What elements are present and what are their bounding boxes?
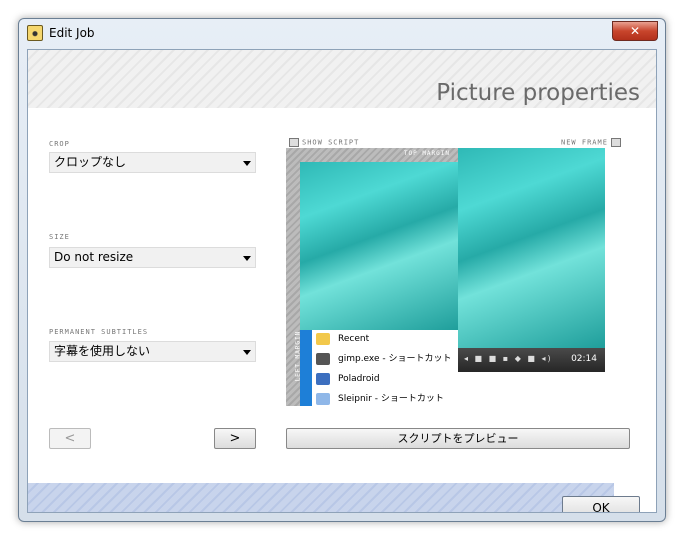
size-dropdown[interactable]: Do not resize xyxy=(49,247,256,268)
desktop-wallpaper-image xyxy=(458,148,605,348)
frame-icon xyxy=(610,138,621,147)
menu-item-gimp[interactable]: gimp.exe - ショートカット xyxy=(316,350,452,368)
crop-dropdown[interactable]: クロップなし xyxy=(49,152,256,173)
menu-item-label: Recent xyxy=(338,334,370,344)
start-menu: Recent gimp.exe - ショートカット Poladroid Slei… xyxy=(300,330,458,406)
menu-item-label: Sleipnir - ショートカット xyxy=(338,394,444,404)
preview-script-button[interactable]: スクリプトをプレビュー xyxy=(286,428,630,449)
taskbar-clock: 02:14 xyxy=(571,354,597,364)
dialog-content: Picture properties CROP クロップなし SIZE Do n… xyxy=(27,49,657,513)
chevron-down-icon xyxy=(243,161,251,166)
folder-icon xyxy=(316,332,330,345)
new-frame-preview: ◂ ■ ■ ▪ ◆ ■ ◂) 02:14 xyxy=(458,148,605,374)
size-label: SIZE xyxy=(49,233,70,241)
gimp-icon xyxy=(316,352,330,365)
show-script-link[interactable]: SHOW SCRIPT xyxy=(286,138,359,147)
title-bar[interactable]: Edit Job ✕ xyxy=(19,19,665,47)
menu-item-poladroid[interactable]: Poladroid xyxy=(316,370,380,388)
desktop-wallpaper-image xyxy=(300,162,458,330)
size-value: Do not resize xyxy=(54,250,134,264)
script-icon xyxy=(289,138,299,147)
crop-value: クロップなし xyxy=(54,155,127,169)
show-script-label: SHOW SCRIPT xyxy=(302,138,360,147)
previous-button[interactable]: < xyxy=(49,428,91,449)
ok-button[interactable]: OK xyxy=(562,496,640,512)
original-frame-preview: TOP MARGIN LEFT MARGIN Recent gimp.exe -… xyxy=(286,148,458,406)
chevron-down-icon xyxy=(243,350,251,355)
menu-item-recent[interactable]: Recent xyxy=(316,330,369,348)
close-button[interactable]: ✕ xyxy=(612,21,658,41)
top-margin-label: TOP MARGIN xyxy=(403,150,450,157)
crop-label: CROP xyxy=(49,140,70,148)
header-band: Picture properties xyxy=(28,50,656,108)
subtitles-dropdown[interactable]: 字幕を使用しない xyxy=(49,341,256,362)
footer-band xyxy=(28,483,614,512)
subtitles-label: PERMANENT SUBTITLES xyxy=(49,328,149,336)
taskbar: ◂ ■ ■ ▪ ◆ ■ ◂) 02:14 xyxy=(458,348,605,372)
app-icon xyxy=(27,25,43,41)
poladroid-icon xyxy=(316,372,330,385)
menu-item-label: gimp.exe - ショートカット xyxy=(338,354,452,364)
subtitles-value: 字幕を使用しない xyxy=(54,344,151,358)
menu-item-label: Poladroid xyxy=(338,374,380,384)
page-title: Picture properties xyxy=(436,80,640,106)
next-button[interactable]: > xyxy=(214,428,256,449)
edit-job-window: Edit Job ✕ Picture properties CROP クロップな… xyxy=(18,18,666,522)
start-menu-strip xyxy=(300,330,312,406)
new-frame-label: NEW FRAME xyxy=(561,138,608,147)
window-title: Edit Job xyxy=(49,26,95,40)
new-frame-link[interactable]: NEW FRAME xyxy=(561,138,624,147)
tray-icons: ◂ ■ ■ ▪ ◆ ■ ◂) xyxy=(464,354,553,363)
menu-item-sleipnir[interactable]: Sleipnir - ショートカット xyxy=(316,390,444,406)
sleipnir-icon xyxy=(316,392,330,405)
chevron-down-icon xyxy=(243,256,251,261)
